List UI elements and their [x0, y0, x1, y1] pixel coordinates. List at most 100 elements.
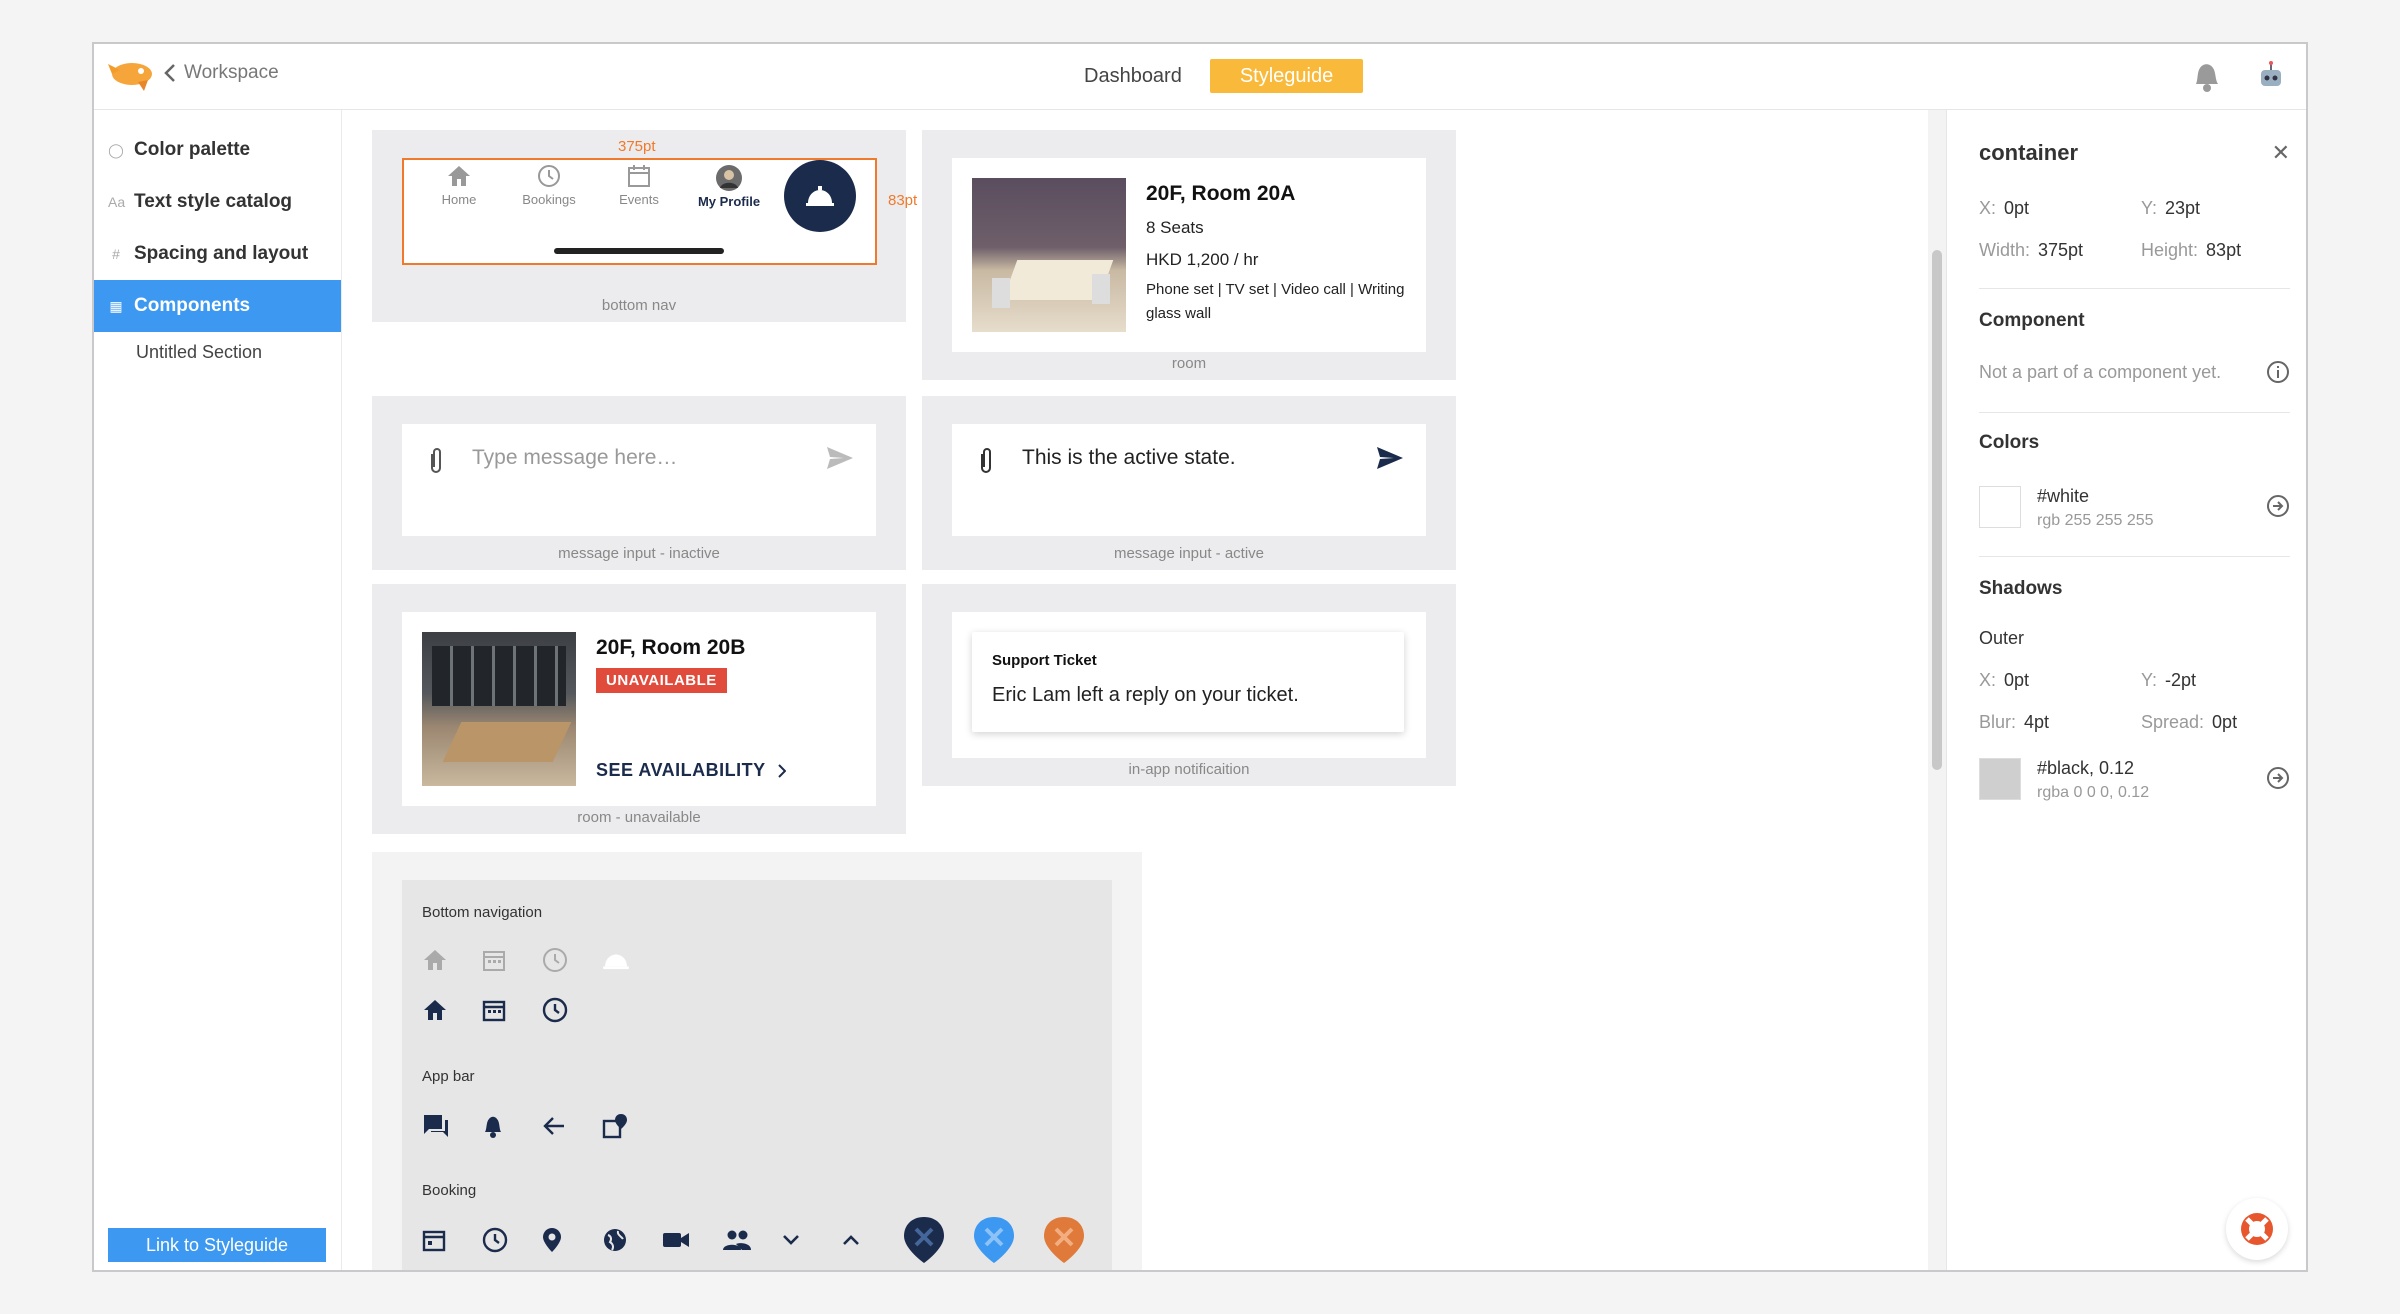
text-style-icon: Aa: [108, 194, 126, 210]
sidebar: ◯ Color palette Aa Text style catalog # …: [94, 110, 342, 1270]
attachment-icon[interactable]: [428, 446, 444, 476]
bottom-nav-label: My Profile: [697, 194, 761, 209]
go-to-color-icon[interactable]: [2266, 494, 2290, 518]
home-icon: [424, 1000, 446, 1020]
frame-caption: message input - active: [1113, 545, 1265, 562]
color-swatch-black-012[interactable]: [1979, 758, 2021, 800]
tab-styleguide[interactable]: Styleguide: [1209, 59, 1364, 93]
component-frame-notification[interactable]: Support Ticket Eric Lam left a reply on …: [922, 584, 1456, 786]
calendar-icon: [483, 951, 505, 971]
sidebar-item-color-palette[interactable]: ◯ Color palette: [94, 124, 341, 176]
icon-row-app-bar: [422, 1106, 662, 1146]
calendar-icon: [628, 165, 650, 187]
bottom-nav-label: Bookings: [522, 192, 576, 207]
help-lifebuoy-icon[interactable]: [2226, 1198, 2288, 1260]
chevron-right-icon: [777, 763, 786, 778]
component-frame-message-inactive[interactable]: Type message here… message input - inact…: [372, 396, 906, 570]
canvas-scrollbar[interactable]: [1928, 110, 1946, 1270]
message-input-inactive[interactable]: Type message here…: [402, 424, 876, 536]
in-app-notification[interactable]: Support Ticket Eric Lam left a reply on …: [972, 632, 1404, 732]
notification-bell-icon[interactable]: [2190, 60, 2222, 94]
bottom-nav-item-home[interactable]: Home: [414, 164, 504, 209]
room-amenities: Phone set | TV set | Video call | Writin…: [1146, 281, 1405, 322]
icon-section-title: Booking: [422, 1182, 477, 1199]
map-marker-navy-icon: [904, 1217, 944, 1263]
user-avatar[interactable]: [2256, 60, 2286, 92]
component-frame-bottom-nav[interactable]: 375pt 83pt Home Bookings Events My Profi…: [372, 130, 917, 322]
clock-icon: [482, 1227, 508, 1253]
map-marker-orange-icon: [1044, 1217, 1084, 1263]
room-title: 20F, Room 20A: [1146, 182, 1296, 205]
prop-width: Width: 375pt: [1979, 240, 2084, 260]
zeplin-logo-icon[interactable]: [108, 58, 156, 92]
home-icon: [424, 950, 446, 970]
room-photo: [972, 178, 1126, 332]
close-icon[interactable]: ✕: [2272, 140, 2290, 166]
room-title: 20F, Room 20B: [596, 636, 746, 659]
divider: [1979, 412, 2290, 413]
colors-heading: Colors: [1979, 432, 2040, 453]
shadow-y: Y: -2pt: [2141, 670, 2197, 690]
frame-caption: room: [1171, 355, 1207, 372]
sidebar-item-spacing[interactable]: # Spacing and layout: [94, 228, 341, 280]
component-frame-room[interactable]: 20F, Room 20A 8 Seats HKD 1,200 / hr Pho…: [922, 130, 1456, 380]
globe-icon: [604, 1229, 626, 1251]
bottom-nav-label: Home: [441, 192, 477, 207]
component-frame-message-active[interactable]: This is the active state. message input …: [922, 396, 1456, 570]
back-label: Workspace: [184, 62, 279, 83]
room-service-bell-icon: [806, 186, 834, 206]
component-text: Not a part of a component yet.: [1979, 362, 2222, 382]
component-frame-room-unavailable[interactable]: 20F, Room 20B UNAVAILABLE SEE AVAILABILI…: [372, 584, 906, 834]
component-frame-icons[interactable]: Bottom navigation App bar Booking: [372, 852, 1142, 1270]
send-icon[interactable]: [826, 446, 854, 470]
message-input-active[interactable]: This is the active state.: [952, 424, 1426, 536]
prop-y: Y: 23pt: [2141, 198, 2201, 218]
clock-icon: [542, 997, 568, 1023]
room-photo: [422, 632, 576, 786]
inspector-title: container: [1979, 140, 2079, 165]
go-to-color-icon[interactable]: [2266, 766, 2290, 790]
top-bar: Workspace Dashboard Styleguide: [94, 44, 2306, 110]
bottom-nav-item-bookings[interactable]: Bookings: [504, 164, 594, 209]
calendar-icon: [422, 1230, 446, 1252]
info-icon[interactable]: [2266, 360, 2290, 384]
home-icon: [448, 166, 470, 186]
link-to-styleguide-button[interactable]: Link to Styleguide: [108, 1228, 326, 1262]
icon-row-bottom-nav-active: [422, 990, 602, 1030]
back-to-workspace[interactable]: Workspace: [164, 62, 279, 84]
frame-caption: bottom nav: [601, 297, 677, 314]
fab-button[interactable]: [784, 160, 856, 232]
sidebar-item-text-style[interactable]: Aa Text style catalog: [94, 176, 341, 228]
bottom-nav-item-my-profile[interactable]: My Profile: [684, 164, 774, 209]
color-name: #white: [2037, 486, 2090, 506]
room-service-bell-icon: [603, 954, 629, 970]
send-icon[interactable]: [1376, 446, 1404, 470]
width-measure-label: 375pt: [618, 138, 656, 155]
icon-sheet: Bottom navigation App bar Booking: [402, 880, 1112, 1270]
sidebar-item-label: Spacing and layout: [134, 243, 309, 264]
components-canvas: 375pt 83pt Home Bookings Events My Profi…: [342, 110, 2038, 1270]
tab-dashboard[interactable]: Dashboard: [1074, 59, 1192, 93]
scrollbar-thumb[interactable]: [1932, 250, 1942, 770]
icon-section-title: Bottom navigation: [422, 904, 543, 921]
sidebar-item-label: Components: [134, 295, 251, 316]
sidebar-item-label: Color palette: [134, 139, 251, 160]
icon-row-booking: [422, 1217, 1112, 1263]
top-tabs: Dashboard Styleguide: [1074, 59, 1364, 93]
color-swatch-white[interactable]: [1979, 486, 2021, 528]
prop-height: Height: 83pt: [2141, 240, 2242, 260]
frame-caption: room - unavailable: [577, 809, 701, 826]
people-icon: [723, 1230, 751, 1250]
attachment-icon[interactable]: [978, 446, 994, 476]
icon-row-bottom-nav-inactive: [422, 940, 662, 980]
bottom-nav-item-events[interactable]: Events: [594, 164, 684, 209]
room-seats: 8 Seats: [1146, 218, 1204, 237]
sidebar-subitem-untitled[interactable]: Untitled Section: [94, 332, 341, 372]
notification-body: Eric Lam left a reply on your ticket.: [992, 684, 1299, 706]
see-availability-link[interactable]: SEE AVAILABILITY: [596, 760, 786, 781]
sidebar-item-components[interactable]: ▦ Components: [94, 280, 341, 332]
calendar-icon: [482, 1000, 506, 1022]
message-placeholder: Type message here…: [472, 446, 678, 469]
app-window: Workspace Dashboard Styleguide ◯ Color p…: [92, 42, 2308, 1272]
shadow-color-value: rgba 0 0 0, 0.12: [2037, 784, 2150, 801]
